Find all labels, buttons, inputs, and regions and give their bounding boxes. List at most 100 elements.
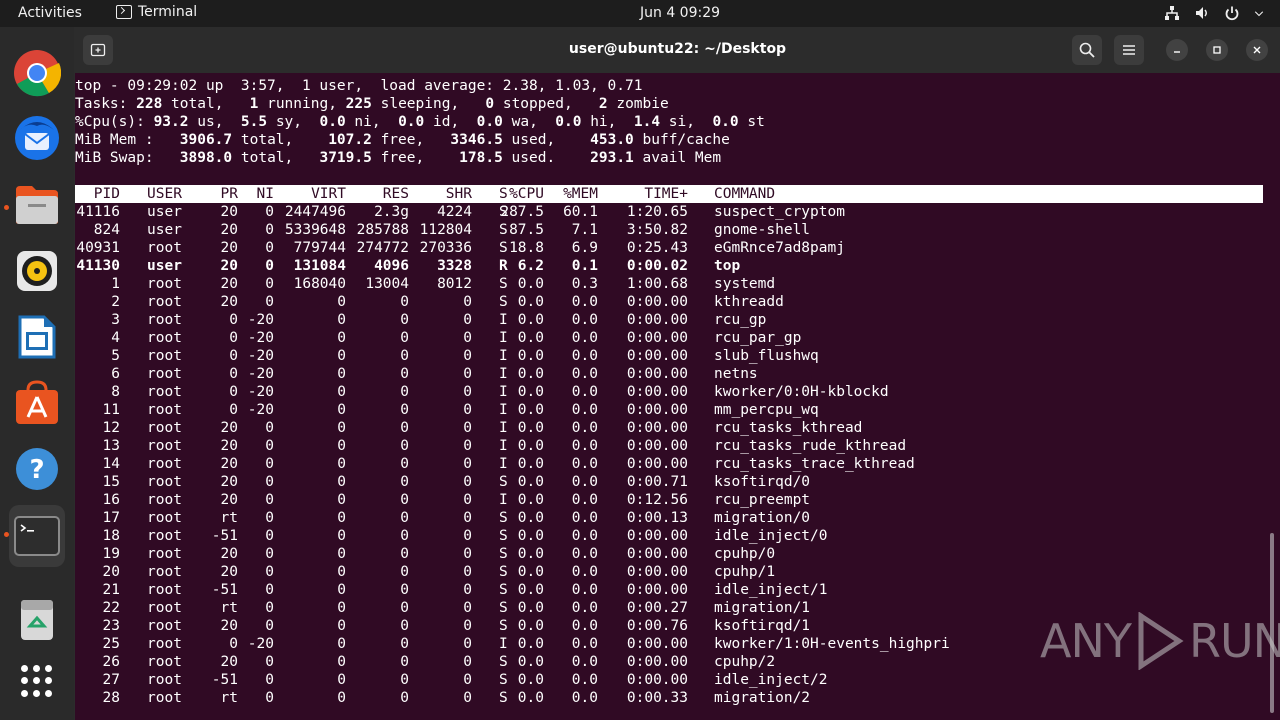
maximize-button[interactable] xyxy=(1206,39,1228,61)
cell-pid: 27 xyxy=(102,672,120,688)
process-row: 28 root rt 0 0 0 0 S 0.0 0.0 0:00.33 migration/2 xyxy=(75,689,1263,707)
dock-item-app-center[interactable] xyxy=(9,375,65,431)
cell-virt: 0 xyxy=(337,438,346,454)
cell-mem: 0.0 xyxy=(571,348,598,364)
cell-cpu: 0.0 xyxy=(517,582,544,598)
column-header-res: RES xyxy=(382,186,409,202)
cell-time: 0:00.00 xyxy=(626,294,688,310)
column-header-user: USER xyxy=(147,186,182,202)
dock-item-files[interactable] xyxy=(9,177,65,233)
cell-mem: 0.0 xyxy=(571,492,598,508)
dock-item-terminal[interactable] xyxy=(9,505,65,567)
cell-command: rcu_gp xyxy=(714,312,767,328)
activities-button[interactable]: Activities xyxy=(18,5,82,21)
cell-user: root xyxy=(147,294,182,310)
dock-item-help[interactable]: ? xyxy=(9,441,65,497)
cell-pr: 20 xyxy=(220,258,238,274)
cell-user: root xyxy=(147,528,182,544)
cell-ni: 0 xyxy=(265,690,274,706)
cell-time: 0:00.00 xyxy=(626,330,688,346)
maximize-icon xyxy=(1213,46,1221,54)
cell-state: I xyxy=(499,420,508,436)
cell-time: 0:00.00 xyxy=(626,528,688,544)
terminal-icon xyxy=(14,516,60,556)
cell-time: 0:00.76 xyxy=(626,618,688,634)
cell-ni: -20 xyxy=(247,312,274,328)
process-row: 16 root 20 0 0 0 0 I 0.0 0.0 0:12.56 rcu_preempt xyxy=(75,491,1263,509)
cell-cpu: 0.0 xyxy=(517,456,544,472)
cell-cpu: 0.0 xyxy=(517,420,544,436)
cell-res: 0 xyxy=(400,582,409,598)
cell-time: 0:12.56 xyxy=(626,492,688,508)
cell-time: 0:00.00 xyxy=(626,456,688,472)
clock[interactable]: Jun 4 09:29 xyxy=(640,5,720,21)
cell-res: 0 xyxy=(400,618,409,634)
cell-pid: 3 xyxy=(111,312,120,328)
show-apps-icon[interactable] xyxy=(21,665,53,697)
cell-command: cpuhp/0 xyxy=(714,546,776,562)
cell-ni: 0 xyxy=(265,474,274,490)
cell-res: 0 xyxy=(400,474,409,490)
cell-mem: 0.0 xyxy=(571,654,598,670)
cell-command: kworker/1:0H-events_highpri xyxy=(714,636,950,652)
cell-cpu: 0.0 xyxy=(517,636,544,652)
cell-state: S xyxy=(499,510,508,526)
cell-virt: 0 xyxy=(337,564,346,580)
cell-ni: 0 xyxy=(265,600,274,616)
cell-ni: 0 xyxy=(265,222,274,238)
cell-pr: 20 xyxy=(220,240,238,256)
dock-item-writer[interactable] xyxy=(9,309,65,365)
process-row: 27 root -51 0 0 0 0 S 0.0 0.0 0:00.00 idle_inject/2 xyxy=(75,671,1263,689)
cell-res: 0 xyxy=(400,348,409,364)
close-button[interactable] xyxy=(1246,39,1268,61)
cell-shr: 0 xyxy=(463,690,472,706)
cell-user: root xyxy=(147,402,182,418)
cell-user: root xyxy=(147,420,182,436)
cell-shr: 0 xyxy=(463,456,472,472)
dock-item-chrome[interactable] xyxy=(9,45,65,101)
hamburger-icon xyxy=(1123,45,1135,55)
cell-shr: 0 xyxy=(463,618,472,634)
cell-command: top xyxy=(714,258,741,274)
cell-ni: 0 xyxy=(265,438,274,454)
system-tray[interactable] xyxy=(1164,5,1264,21)
app-menu[interactable]: Terminal xyxy=(116,4,197,20)
cell-command: gnome-shell xyxy=(714,222,811,238)
cell-res: 0 xyxy=(400,564,409,580)
cell-mem: 0.0 xyxy=(571,474,598,490)
dock-item-thunderbird[interactable] xyxy=(9,109,65,165)
cell-time: 0:00.00 xyxy=(626,654,688,670)
watermark-left: ANY xyxy=(1040,614,1132,668)
cell-state: I xyxy=(499,492,508,508)
column-header-virt: VIRT xyxy=(311,186,346,202)
cell-cpu: 287.5 xyxy=(500,204,544,220)
cell-command: kthreadd xyxy=(714,294,784,310)
cell-cpu: 0.0 xyxy=(517,348,544,364)
cell-ni: 0 xyxy=(265,510,274,526)
cell-cpu: 0.0 xyxy=(517,474,544,490)
dock-item-trash[interactable] xyxy=(9,591,65,647)
column-header-state: S xyxy=(499,186,508,202)
column-header-mem: %MEM xyxy=(563,186,598,202)
cell-virt: 0 xyxy=(337,384,346,400)
cell-state: S xyxy=(499,600,508,616)
files-icon xyxy=(16,186,58,224)
cell-time: 0:00.00 xyxy=(626,564,688,580)
cell-time: 0:00.71 xyxy=(626,474,688,490)
cell-command: idle_inject/1 xyxy=(714,582,828,598)
cell-cpu: 0.0 xyxy=(517,654,544,670)
menu-button[interactable] xyxy=(1114,35,1144,65)
cell-mem: 60.1 xyxy=(563,204,598,220)
cell-command: cpuhp/1 xyxy=(714,564,776,580)
dock-item-rhythmbox[interactable] xyxy=(9,243,65,299)
cell-cpu: 0.0 xyxy=(517,510,544,526)
cell-shr: 0 xyxy=(463,546,472,562)
search-button[interactable] xyxy=(1072,35,1102,65)
cell-state: I xyxy=(499,330,508,346)
minimize-button[interactable] xyxy=(1166,39,1188,61)
cell-virt: 131084 xyxy=(293,258,346,274)
summary-line: Tasks: 228 total, 1 running, 225 sleepin… xyxy=(75,96,669,112)
title-bar[interactable]: user@ubuntu22: ~/Desktop xyxy=(75,27,1280,73)
process-row: 41116 user 20 0 2447496 2.3g 4224 S 287.5 60.1 1:2… xyxy=(75,203,1263,221)
cell-state: I xyxy=(499,348,508,364)
